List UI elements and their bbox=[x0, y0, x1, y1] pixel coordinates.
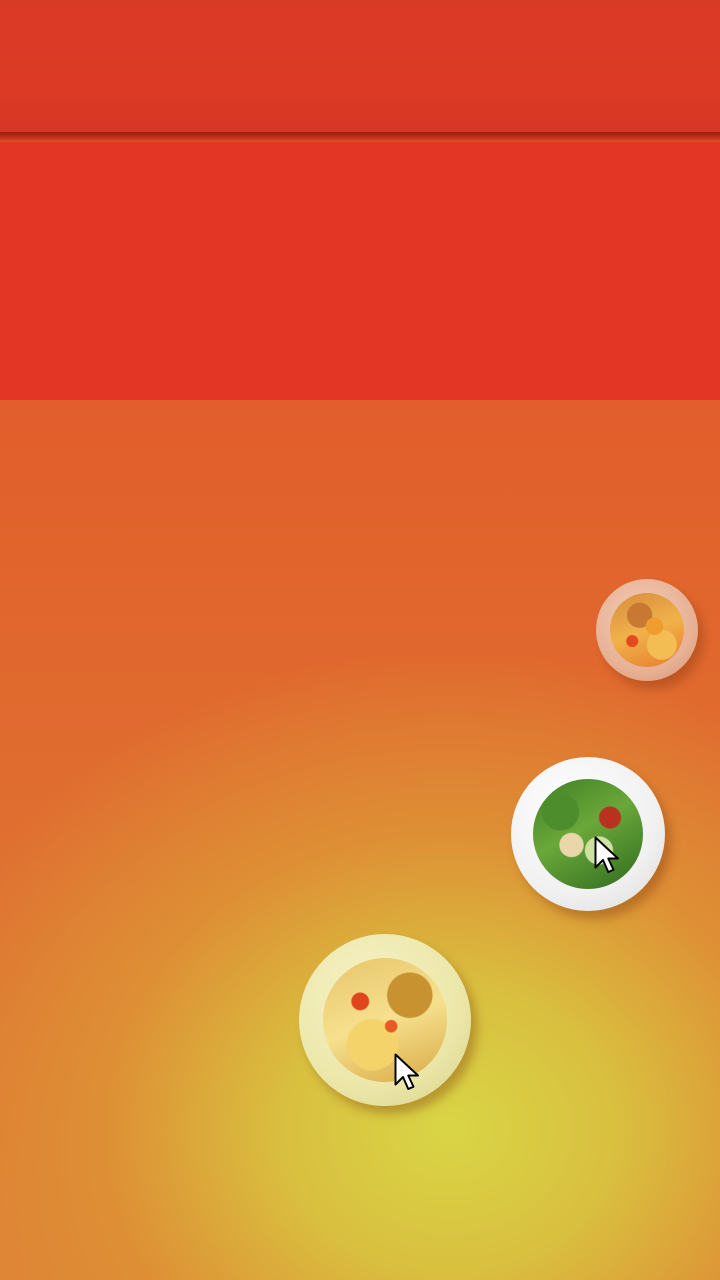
header-divider bbox=[0, 132, 720, 142]
dish-plate-tacos-small[interactable] bbox=[596, 579, 698, 681]
app-screen bbox=[0, 0, 720, 1280]
dish-plate-salad[interactable] bbox=[511, 757, 665, 911]
header-bar bbox=[0, 0, 720, 132]
tacos-dish-icon bbox=[323, 958, 447, 1082]
mouse-pointer-icon bbox=[594, 836, 619, 873]
tacos-dish-icon bbox=[610, 593, 684, 667]
dish-plate-tacos-large[interactable] bbox=[299, 934, 471, 1106]
mouse-pointer-icon bbox=[394, 1053, 419, 1090]
salad-dish-icon bbox=[533, 779, 643, 889]
banner-panel bbox=[0, 142, 720, 400]
